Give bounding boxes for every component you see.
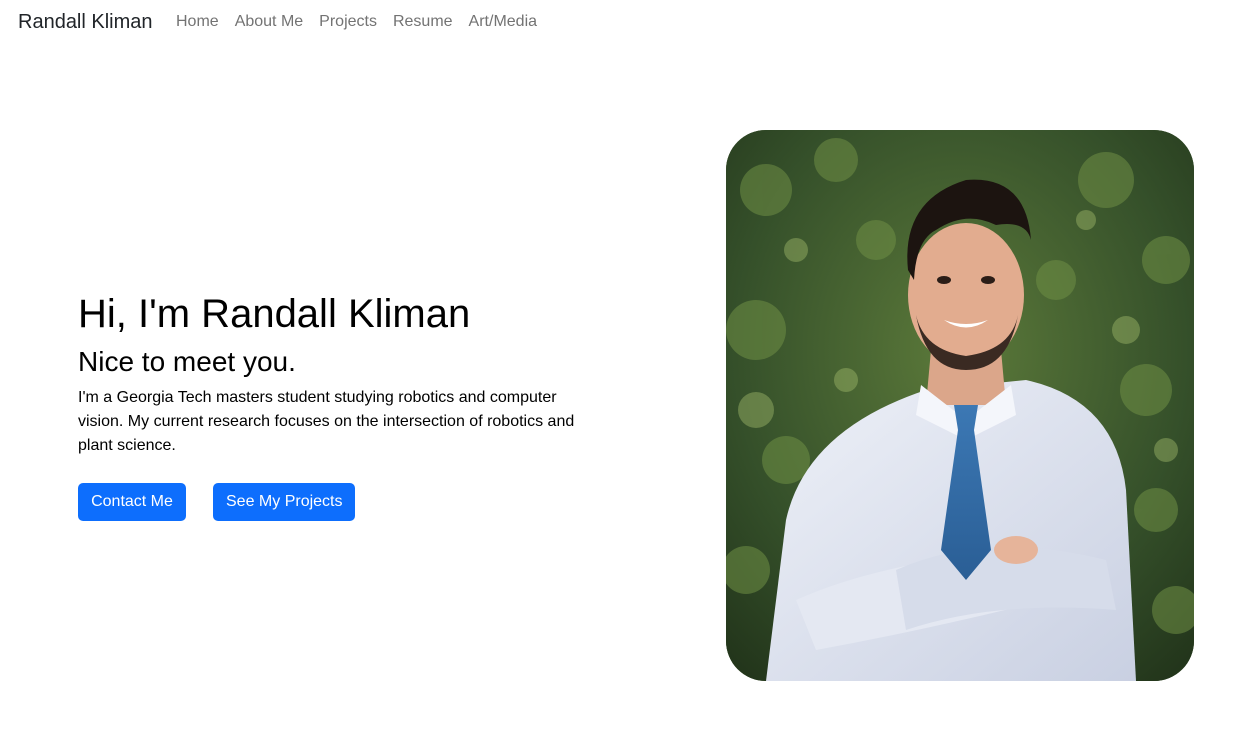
nav-link-home[interactable]: Home	[176, 12, 219, 32]
nav-links: Home About Me Projects Resume Art/Media	[176, 12, 537, 32]
hero-subtitle: Nice to meet you.	[78, 346, 296, 377]
contact-me-button[interactable]: Contact Me	[78, 483, 186, 521]
hero-title: Hi, I'm Randall Kliman	[78, 292, 471, 336]
profile-photo-illustration	[726, 130, 1194, 681]
navbar: Randall Kliman Home About Me Projects Re…	[0, 0, 1238, 44]
hero-description: I'm a Georgia Tech masters student study…	[78, 389, 575, 454]
see-my-projects-button[interactable]: See My Projects	[213, 483, 355, 521]
profile-photo	[726, 130, 1194, 681]
nav-link-projects[interactable]: Projects	[319, 12, 377, 32]
nav-link-about-me[interactable]: About Me	[235, 12, 303, 32]
brand-link[interactable]: Randall Kliman	[18, 10, 153, 34]
nav-link-art-media[interactable]: Art/Media	[469, 12, 537, 32]
nav-link-resume[interactable]: Resume	[393, 12, 453, 32]
